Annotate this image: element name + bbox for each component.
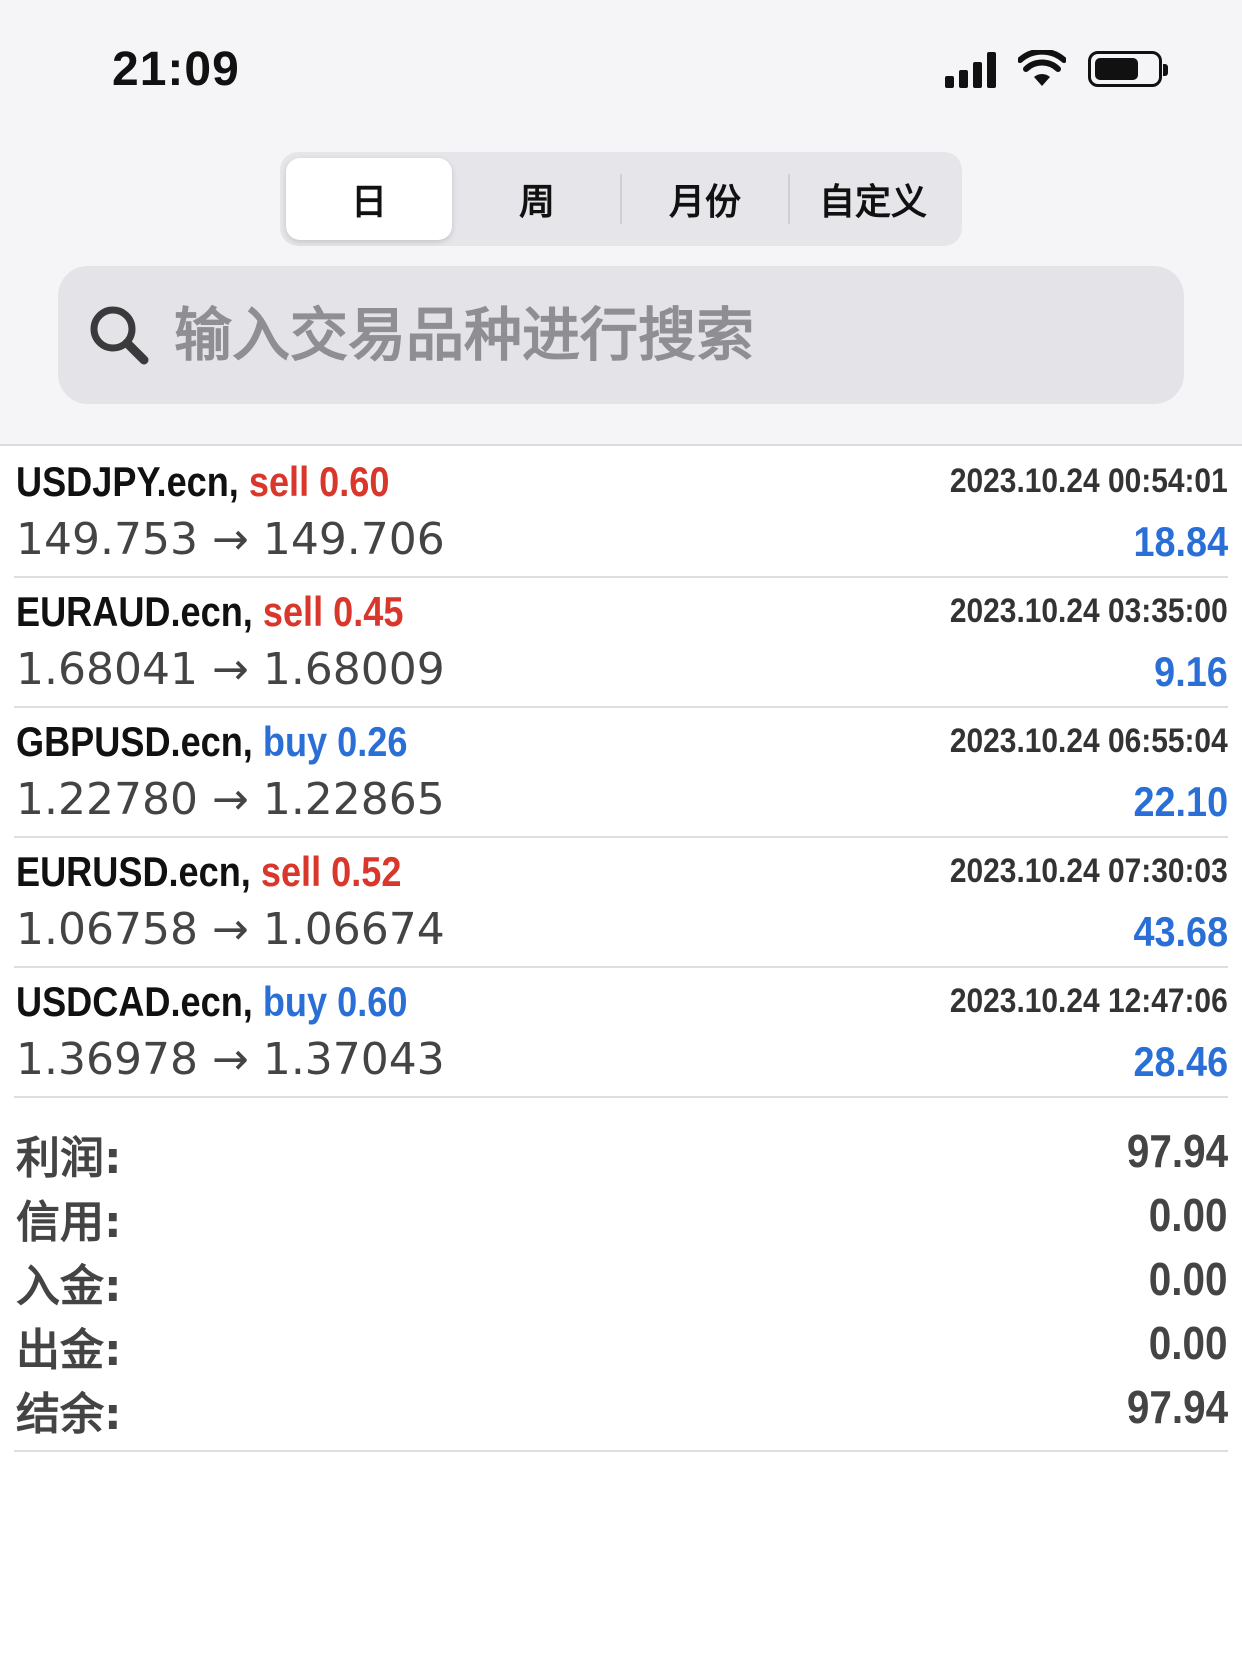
summary-value: 0.00 xyxy=(1149,1317,1228,1369)
close-price: 149.706 xyxy=(262,514,445,565)
trade-symbol-line: USDJPY.ecn, sell 0.60 xyxy=(16,458,389,506)
trade-side-type: buy xyxy=(262,978,328,1025)
arrow-icon: → xyxy=(211,904,249,955)
tab-custom[interactable]: 自定义 xyxy=(790,158,956,240)
open-price: 1.68041 xyxy=(16,644,198,695)
trade-prices: 1.36978 → 1.37043 xyxy=(16,1034,445,1085)
trade-prices: 1.68041 → 1.68009 xyxy=(16,644,445,695)
trade-symbol: EURUSD.ecn, xyxy=(16,848,251,895)
arrow-icon: → xyxy=(211,1034,249,1085)
trade-symbol: USDJPY.ecn, xyxy=(16,458,239,505)
trade-profit: 22.10 xyxy=(1133,778,1228,825)
trade-side-type: sell xyxy=(248,458,310,505)
trade-row[interactable]: GBPUSD.ecn, buy 0.26 2023.10.24 06:55:04… xyxy=(14,708,1228,838)
trade-symbol-line: GBPUSD.ecn, buy 0.26 xyxy=(16,718,407,766)
summary-label: 出金: xyxy=(16,1325,122,1376)
trade-prices: 149.753 → 149.706 xyxy=(16,514,445,565)
summary-value: 97.94 xyxy=(1126,1125,1228,1177)
status-bar: 21:09 xyxy=(0,0,1242,130)
open-price: 149.753 xyxy=(16,514,198,565)
summary-value: 97.94 xyxy=(1126,1381,1228,1433)
summary-row-withdrawal: 出金: 0.00 xyxy=(14,1312,1228,1376)
trade-time: 2023.10.24 00:54:01 xyxy=(950,462,1228,500)
header-area: 21:09 日 周 月份 自定义 xyxy=(0,0,1242,446)
trade-side: sell 0.60 xyxy=(249,458,390,505)
trade-side-type: buy xyxy=(262,718,328,765)
trade-time: 2023.10.24 07:30:03 xyxy=(950,852,1228,890)
summary-label: 信用: xyxy=(16,1197,122,1248)
summary-label: 入金: xyxy=(16,1261,122,1312)
trade-symbol-line: EURUSD.ecn, sell 0.52 xyxy=(16,848,401,896)
trade-symbol: USDCAD.ecn, xyxy=(16,978,253,1025)
trade-lots: 0.60 xyxy=(319,458,390,505)
summary-row-deposit: 入金: 0.00 xyxy=(14,1248,1228,1312)
tab-week[interactable]: 周 xyxy=(454,158,620,240)
wifi-icon xyxy=(1018,50,1066,86)
trade-row[interactable]: EURUSD.ecn, sell 0.52 2023.10.24 07:30:0… xyxy=(14,838,1228,968)
close-price: 1.68009 xyxy=(262,644,445,695)
summary-label: 利润: xyxy=(16,1133,122,1184)
trade-symbol: GBPUSD.ecn, xyxy=(16,718,253,765)
trade-profit: 18.84 xyxy=(1133,518,1228,565)
trade-lots: 0.60 xyxy=(337,978,408,1025)
trade-symbol: EURAUD.ecn, xyxy=(16,588,253,635)
trade-symbol-line: USDCAD.ecn, buy 0.60 xyxy=(16,978,407,1026)
tab-month[interactable]: 月份 xyxy=(622,158,788,240)
status-icons xyxy=(945,50,1168,88)
open-price: 1.22780 xyxy=(16,774,198,825)
summary-row-credit: 信用: 0.00 xyxy=(14,1184,1228,1248)
summary-value: 0.00 xyxy=(1149,1253,1228,1305)
trade-time: 2023.10.24 12:47:06 xyxy=(950,982,1228,1020)
period-tabs: 日 周 月份 自定义 xyxy=(280,152,962,246)
close-price: 1.37043 xyxy=(262,1034,445,1085)
trade-side: sell 0.52 xyxy=(261,848,402,895)
status-time: 21:09 xyxy=(112,43,240,96)
open-price: 1.36978 xyxy=(16,1034,198,1085)
trade-row[interactable]: EURAUD.ecn, sell 0.45 2023.10.24 03:35:0… xyxy=(14,578,1228,708)
summary-value: 0.00 xyxy=(1149,1189,1228,1241)
trade-row[interactable]: USDJPY.ecn, sell 0.60 2023.10.24 00:54:0… xyxy=(14,448,1228,578)
arrow-icon: → xyxy=(211,774,249,825)
close-price: 1.22865 xyxy=(262,774,445,825)
trade-lots: 0.26 xyxy=(337,718,408,765)
arrow-icon: → xyxy=(211,514,249,565)
trade-prices: 1.06758 → 1.06674 xyxy=(16,904,445,955)
trade-profit: 43.68 xyxy=(1133,908,1228,955)
trade-lots: 0.52 xyxy=(331,848,402,895)
search-input[interactable] xyxy=(174,301,1074,369)
trade-side-type: sell xyxy=(262,588,324,635)
trade-time: 2023.10.24 06:55:04 xyxy=(950,722,1228,760)
account-summary: 利润: 97.94 信用: 0.00 入金: 0.00 出金: 0.00 结余:… xyxy=(14,1120,1228,1452)
summary-label: 结余: xyxy=(16,1389,122,1440)
close-price: 1.06674 xyxy=(262,904,445,955)
trade-side: buy 0.60 xyxy=(263,978,408,1025)
arrow-icon: → xyxy=(211,644,249,695)
trade-profit: 9.16 xyxy=(1154,648,1228,695)
trade-lots: 0.45 xyxy=(333,588,404,635)
trade-profit: 28.46 xyxy=(1133,1038,1228,1085)
tab-day[interactable]: 日 xyxy=(286,158,452,240)
trade-row[interactable]: USDCAD.ecn, buy 0.60 2023.10.24 12:47:06… xyxy=(14,968,1228,1098)
trade-side: buy 0.26 xyxy=(263,718,408,765)
search-icon xyxy=(90,306,149,365)
trade-prices: 1.22780 → 1.22865 xyxy=(16,774,445,825)
trade-side: sell 0.45 xyxy=(263,588,404,635)
search-bar[interactable] xyxy=(58,266,1184,404)
trade-symbol-line: EURAUD.ecn, sell 0.45 xyxy=(16,588,403,636)
open-price: 1.06758 xyxy=(16,904,198,955)
trade-time: 2023.10.24 03:35:00 xyxy=(950,592,1228,630)
trade-list: USDJPY.ecn, sell 0.60 2023.10.24 00:54:0… xyxy=(0,448,1242,1098)
cellular-signal-icon xyxy=(945,50,996,88)
trade-side-type: sell xyxy=(260,848,322,895)
summary-row-profit: 利润: 97.94 xyxy=(14,1120,1228,1184)
battery-icon xyxy=(1088,51,1168,87)
summary-row-balance: 结余: 97.94 xyxy=(14,1376,1228,1440)
